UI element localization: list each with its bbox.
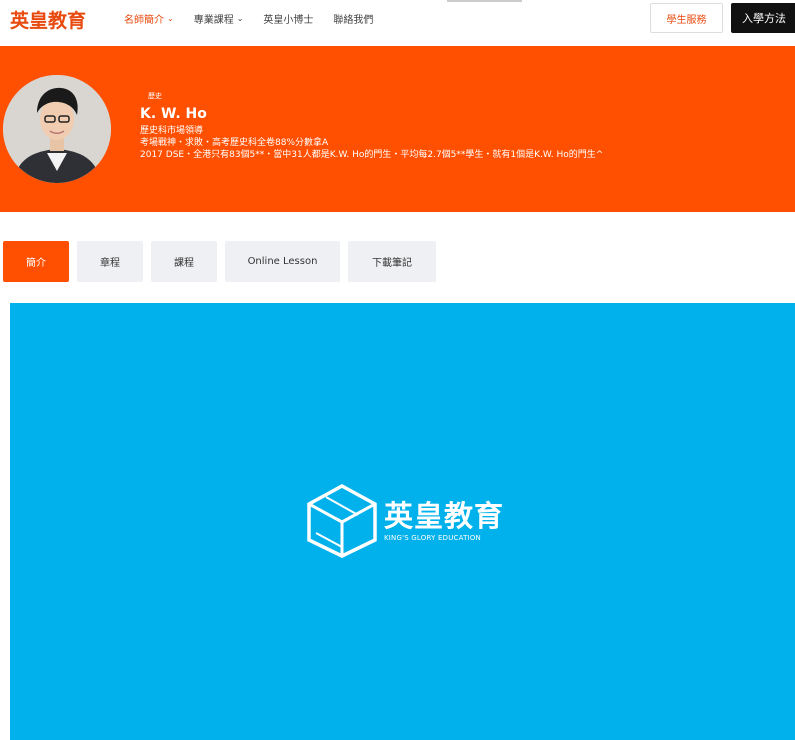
tab-online-lesson[interactable]: Online Lesson bbox=[225, 241, 340, 282]
chevron-down-icon: ⌄ bbox=[236, 14, 244, 23]
video-logo-en: KING'S GLORY EDUCATION bbox=[384, 533, 481, 542]
nav-item-label: 英皇小博士 bbox=[263, 15, 314, 26]
site-logo[interactable]: 英皇教育 bbox=[10, 6, 86, 33]
nav-item-courses[interactable]: 專業課程 ⌄ bbox=[194, 11, 244, 26]
teacher-achievement: 考場戰神・求敗・高考歷史科全卷88%分數拿A bbox=[140, 138, 329, 148]
tab-download-notes[interactable]: 下載筆記 bbox=[348, 241, 436, 282]
nav-item-kids[interactable]: 英皇小博士 bbox=[263, 11, 313, 26]
main-nav: 名師簡介 ⌄ 專業課程 ⌄ 英皇小博士 聯絡我們 bbox=[124, 11, 393, 26]
video-brand-logo: 英皇教育 KING'S GLORY EDUCATION bbox=[306, 483, 504, 559]
teacher-photo-icon bbox=[3, 75, 111, 183]
teacher-title: 歷史科市場領導 bbox=[140, 126, 204, 136]
intro-video[interactable]: 英皇教育 KING'S GLORY EDUCATION bbox=[10, 303, 795, 740]
teacher-name: K. W. Ho bbox=[140, 106, 207, 122]
teacher-info: 歷史 K. W. Ho 歷史科市場領導 考場戰神・求敗・高考歷史科全卷88%分數… bbox=[140, 91, 603, 161]
admission-button[interactable]: 入學方法 bbox=[731, 3, 795, 33]
video-logo-cn: 英皇教育 bbox=[384, 498, 505, 533]
teacher-tabs: 簡介 章程 課程 Online Lesson 下載筆記 bbox=[3, 241, 444, 282]
nav-item-label: 聯絡我們 bbox=[333, 15, 374, 26]
nav-item-label: 名師簡介 bbox=[124, 15, 164, 26]
cube-logo-icon bbox=[307, 484, 377, 558]
nav-item-contact[interactable]: 聯絡我們 bbox=[333, 11, 373, 26]
teacher-banner: 歷史 K. W. Ho 歷史科市場領導 考場戰神・求敗・高考歷史科全卷88%分數… bbox=[0, 46, 795, 212]
teacher-stats: 2017 DSE・全港只有83個5**・當中31人都是K.W. Ho的門生・平均… bbox=[140, 150, 604, 160]
tab-intro[interactable]: 簡介 bbox=[3, 241, 69, 282]
tab-courses[interactable]: 課程 bbox=[151, 241, 217, 282]
header-divider bbox=[447, 0, 522, 2]
video-logo-text: 英皇教育 KING'S GLORY EDUCATION bbox=[384, 501, 504, 542]
teacher-avatar bbox=[3, 75, 111, 183]
chevron-down-icon: ⌄ bbox=[167, 14, 174, 23]
nav-item-teachers[interactable]: 名師簡介 ⌄ bbox=[124, 11, 174, 26]
teacher-subject: 歷史 bbox=[148, 92, 162, 100]
student-service-button[interactable]: 學生服務 bbox=[650, 3, 723, 33]
tab-schedule[interactable]: 章程 bbox=[77, 241, 143, 282]
site-header: 英皇教育 名師簡介 ⌄ 專業課程 ⌄ 英皇小博士 聯絡我們 學生服務 入學方法 bbox=[0, 0, 795, 46]
nav-item-label: 專業課程 bbox=[193, 15, 234, 26]
